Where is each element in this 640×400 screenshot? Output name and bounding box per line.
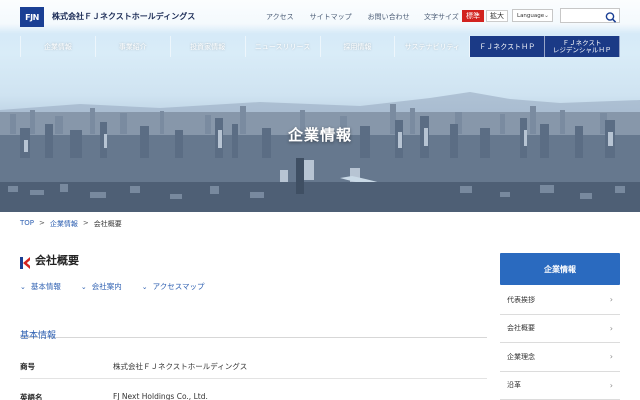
chevron-right-icon: › bbox=[609, 352, 613, 361]
language-select[interactable]: Language ⌄ bbox=[512, 9, 553, 22]
company-name[interactable]: 株式会社ＦＪネクストホールディングス bbox=[52, 11, 195, 22]
chevron-down-icon: ⌄ bbox=[141, 282, 148, 291]
chevron-right-icon: › bbox=[609, 295, 613, 304]
side-item-overview[interactable]: 会社概要 › bbox=[500, 315, 620, 343]
side-menu-list: 代表挨拶 › 会社概要 › 企業理念 › 沿革 › bbox=[500, 286, 620, 400]
global-nav: 企業情報 事業紹介 投資家情報 ニュースリリース 採用情報 サステナビリティ Ｆ… bbox=[20, 36, 620, 57]
anchor-links: ⌄ 基本情報 ⌄ 会社案内 ⌄ アクセスマップ bbox=[20, 281, 205, 292]
breadcrumb-separator: > bbox=[39, 219, 45, 227]
breadcrumb-current: 会社概要 bbox=[93, 220, 122, 228]
search-button[interactable] bbox=[603, 9, 619, 23]
breadcrumb-separator: > bbox=[82, 219, 89, 227]
anchor-label: 基本情報 bbox=[30, 282, 61, 291]
nav-item-recruit[interactable]: 採用情報 bbox=[321, 36, 396, 57]
company-logo[interactable]: FJN bbox=[20, 7, 44, 27]
font-size-standard-button[interactable]: 標準 bbox=[462, 10, 484, 22]
side-item-label: 代表挨拶 bbox=[507, 295, 535, 304]
nav-item-fjnext-hp[interactable]: ＦＪネクストＨＰ bbox=[470, 36, 546, 57]
side-item-label: 企業理念 bbox=[507, 352, 535, 361]
info-row: 英語名 FJ Next Holdings Co., Ltd. bbox=[20, 386, 487, 400]
breadcrumb: TOP > 企業情報 > 会社概要 bbox=[20, 219, 122, 229]
nav-item-investors[interactable]: 投資家情報 bbox=[171, 36, 246, 57]
info-row: 商号 株式会社ＦＪネクストホールディングス bbox=[20, 355, 487, 379]
contact-link[interactable]: お問い合わせ bbox=[368, 12, 410, 22]
side-menu-heading[interactable]: 企業情報 bbox=[500, 253, 620, 285]
anchor-company-guide[interactable]: ⌄ 会社案内 bbox=[81, 281, 122, 292]
site-header: FJN 株式会社ＦＪネクストホールディングス アクセス サイトマップ お問い合わ… bbox=[0, 0, 640, 34]
breadcrumb-parent[interactable]: 企業情報 bbox=[50, 219, 78, 229]
info-value: FJ Next Holdings Co., Ltd. bbox=[113, 392, 208, 400]
font-size-large-button[interactable]: 拡大 bbox=[486, 10, 508, 22]
nav-item-residential-hp[interactable]: ＦＪネクスト レジデンシャルＨＰ bbox=[545, 36, 620, 57]
anchor-basic-info[interactable]: ⌄ 基本情報 bbox=[20, 281, 61, 292]
search-icon bbox=[605, 12, 617, 23]
sitemap-link[interactable]: サイトマップ bbox=[310, 12, 352, 22]
chevron-right-icon: › bbox=[609, 323, 613, 333]
subsection-title: 基本情報 bbox=[20, 331, 57, 341]
nav-item-sustainability[interactable]: サステナビリティ bbox=[395, 36, 471, 57]
chevron-right-icon: › bbox=[609, 380, 613, 390]
page-title: 会社概要 bbox=[35, 254, 79, 267]
side-item-greeting[interactable]: 代表挨拶 › bbox=[500, 286, 620, 315]
side-item-philosophy[interactable]: 企業理念 › bbox=[500, 343, 620, 372]
side-menu: 企業情報 代表挨拶 › 会社概要 › 企業理念 › 沿革 › bbox=[500, 253, 620, 400]
anchor-label: 会社案内 bbox=[91, 282, 122, 291]
nav-item-news[interactable]: ニュースリリース bbox=[246, 36, 321, 57]
page-banner-title: 企業情報 bbox=[287, 126, 352, 144]
info-key: 商号 bbox=[20, 362, 35, 371]
anchor-access-map[interactable]: ⌄ アクセスマップ bbox=[142, 281, 205, 292]
anchor-label: アクセスマップ bbox=[152, 282, 205, 291]
utility-links: アクセス サイトマップ お問い合わせ bbox=[266, 12, 410, 22]
side-item-history[interactable]: 沿革 › bbox=[500, 372, 620, 400]
side-item-label: 沿革 bbox=[507, 381, 521, 390]
chevron-down-icon: ⌄ bbox=[20, 282, 26, 291]
side-item-label: 会社概要 bbox=[507, 324, 535, 333]
info-value: 株式会社ＦＪネクストホールディングス bbox=[113, 362, 248, 371]
subsection-heading: 基本情報 bbox=[20, 323, 487, 341]
access-link[interactable]: アクセス bbox=[266, 12, 294, 22]
info-key: 英語名 bbox=[20, 393, 43, 400]
chevron-down-icon: ⌄ bbox=[80, 282, 87, 291]
chevron-down-icon: ⌄ bbox=[543, 12, 549, 19]
brand-k-icon bbox=[20, 254, 30, 269]
section-heading: 会社概要 bbox=[20, 252, 79, 269]
nav-item-company[interactable]: 企業情報 bbox=[20, 36, 96, 57]
font-size-label: 文字サイズ bbox=[424, 13, 459, 21]
nav-item-business[interactable]: 事業紹介 bbox=[96, 36, 171, 57]
language-select-label: Language bbox=[517, 12, 545, 19]
breadcrumb-top[interactable]: TOP bbox=[20, 219, 34, 229]
